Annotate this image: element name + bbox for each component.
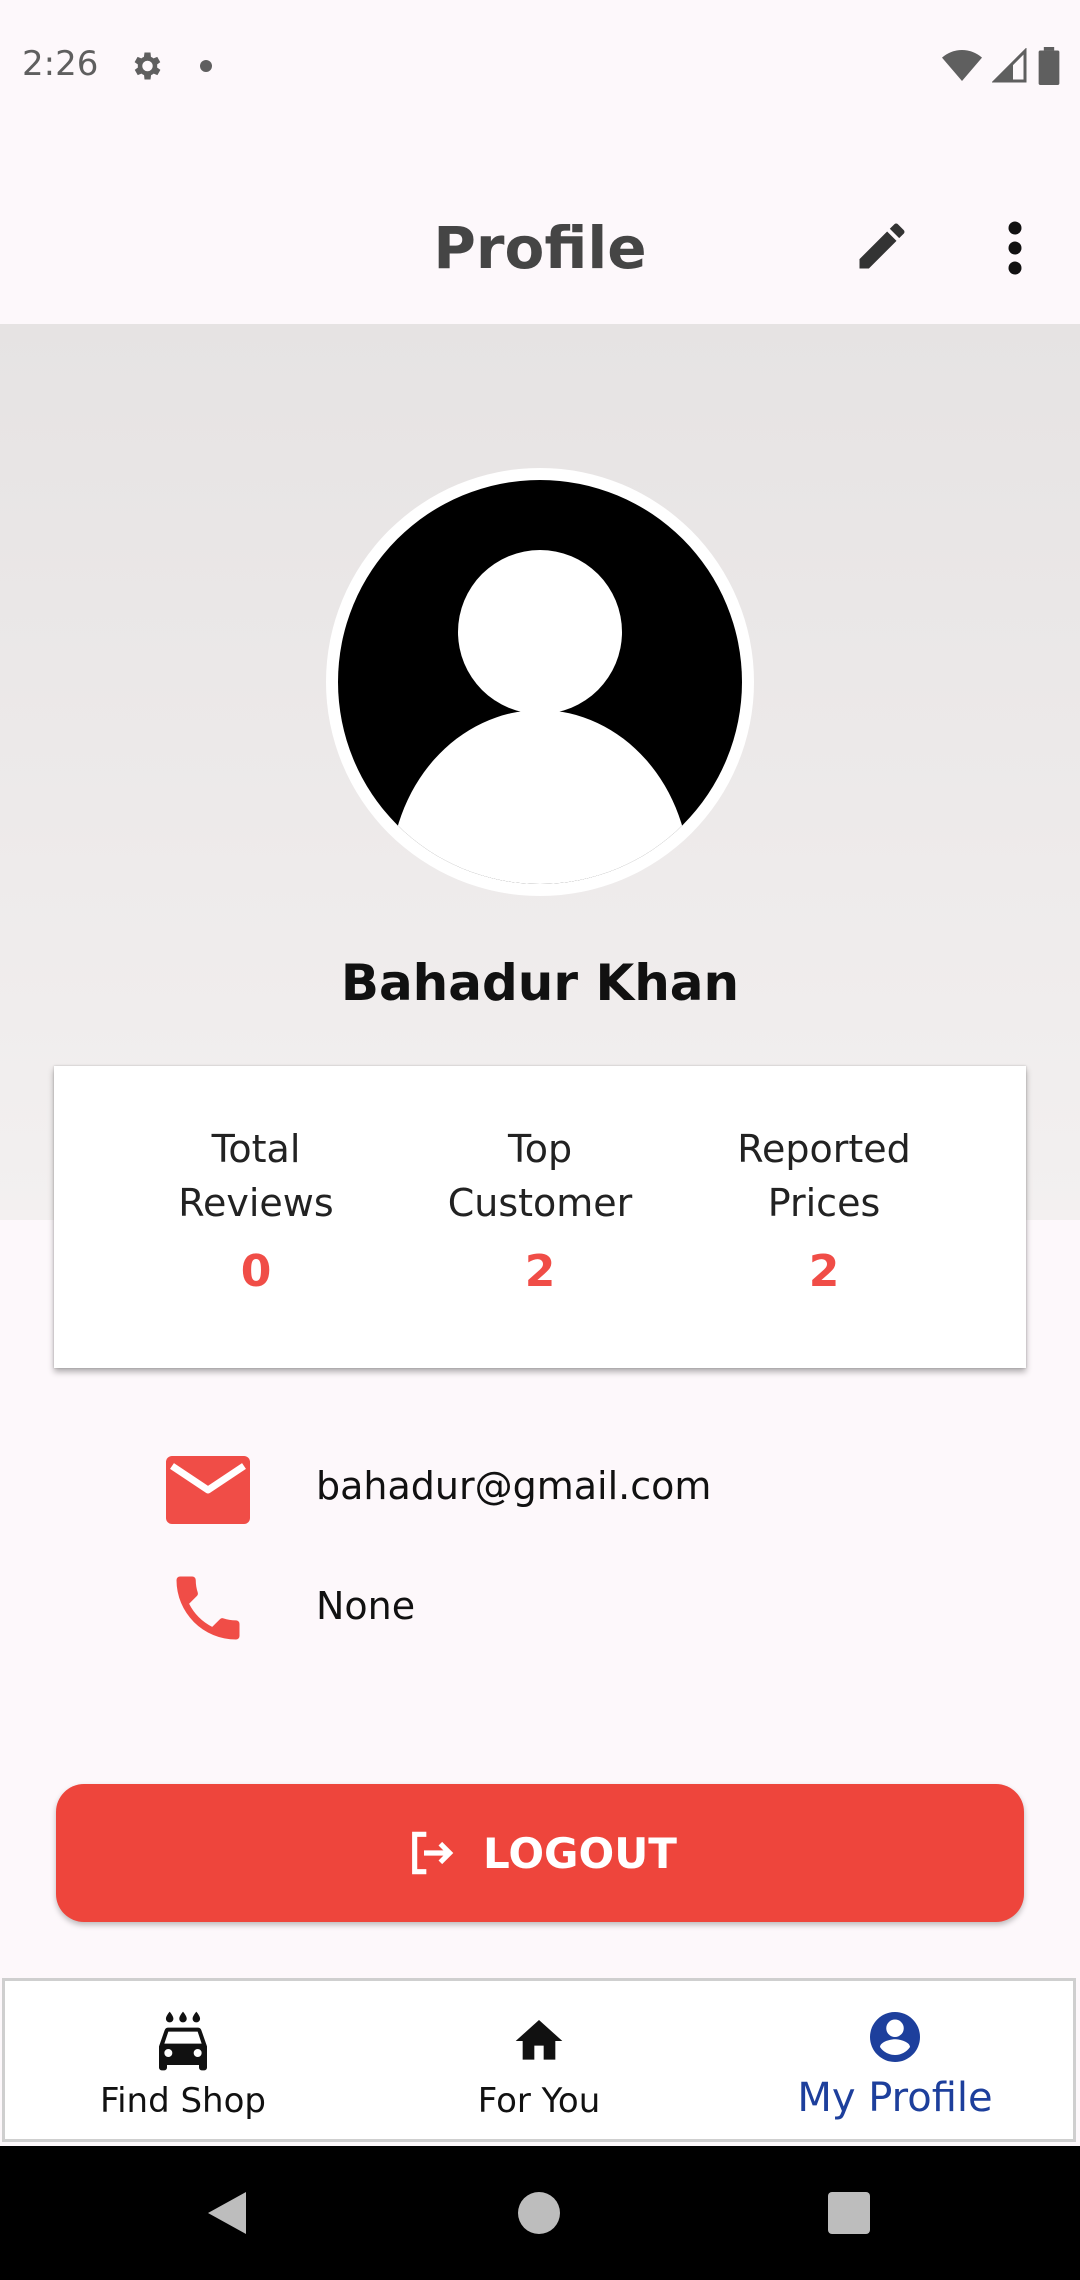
stat-top-customer: Top Customer 2 xyxy=(400,1122,680,1297)
status-icons xyxy=(942,46,1060,86)
logout-icon xyxy=(412,1831,454,1875)
stat-total-reviews: Total Reviews 0 xyxy=(116,1122,396,1297)
nav-label: Find Shop xyxy=(100,2081,266,2121)
nav-label: For You xyxy=(477,2081,601,2121)
logout-button[interactable]: LOGOUT xyxy=(56,1784,1024,1922)
stat-label: Reported Prices xyxy=(737,1127,911,1225)
more-vert-icon[interactable] xyxy=(990,218,1040,278)
bottom-navigation: Find Shop For You My Profile xyxy=(2,1978,1076,2142)
email-icon xyxy=(166,1456,250,1524)
user-name: Bahadur Khan xyxy=(340,954,740,1012)
home-icon xyxy=(515,2020,563,2060)
nav-item-my-profile[interactable]: My Profile xyxy=(717,1981,1073,2139)
recents-square-icon[interactable] xyxy=(828,2192,870,2234)
phone-text: None xyxy=(316,1584,416,1628)
wifi-icon xyxy=(942,50,982,81)
logout-label: LOGOUT xyxy=(483,1828,677,1878)
nav-item-for-you[interactable]: For You xyxy=(361,1981,717,2139)
email-row: bahadur@gmail.com xyxy=(0,1436,1080,1536)
stat-label: Top Customer xyxy=(447,1127,633,1225)
cell-signal-icon xyxy=(992,48,1027,83)
nav-label: My Profile xyxy=(797,2075,993,2121)
phone-icon xyxy=(176,1576,240,1640)
stat-value: 2 xyxy=(808,1246,840,1297)
email-text: bahadur@gmail.com xyxy=(316,1464,712,1508)
account-circle-icon xyxy=(870,2012,920,2062)
stat-reported-prices: Reported Prices 2 xyxy=(684,1122,964,1297)
status-time: 2:26 xyxy=(22,44,99,84)
phone-row: None xyxy=(0,1556,1080,1656)
settings-gear-icon xyxy=(134,52,161,80)
car-wash-icon xyxy=(159,2011,207,2071)
stat-value: 2 xyxy=(524,1246,556,1297)
nav-item-find-shop[interactable]: Find Shop xyxy=(5,1981,361,2139)
home-circle-icon[interactable] xyxy=(518,2192,560,2234)
stats-card: Total Reviews 0 Top Customer 2 Reported … xyxy=(54,1066,1026,1368)
battery-icon xyxy=(1038,47,1060,85)
page-title: Profile xyxy=(433,214,647,282)
back-triangle-icon[interactable] xyxy=(206,2190,248,2236)
status-bar: 2:26 xyxy=(0,0,1080,134)
avatar[interactable] xyxy=(326,468,754,896)
stat-value: 0 xyxy=(240,1246,272,1297)
account-avatar-icon xyxy=(338,480,742,884)
notification-dot-icon xyxy=(200,60,212,72)
stat-label: Total Reviews xyxy=(178,1127,334,1225)
app-bar: Profile xyxy=(0,134,1080,324)
edit-pencil-icon[interactable] xyxy=(852,216,912,276)
system-navigation-bar xyxy=(0,2146,1080,2280)
